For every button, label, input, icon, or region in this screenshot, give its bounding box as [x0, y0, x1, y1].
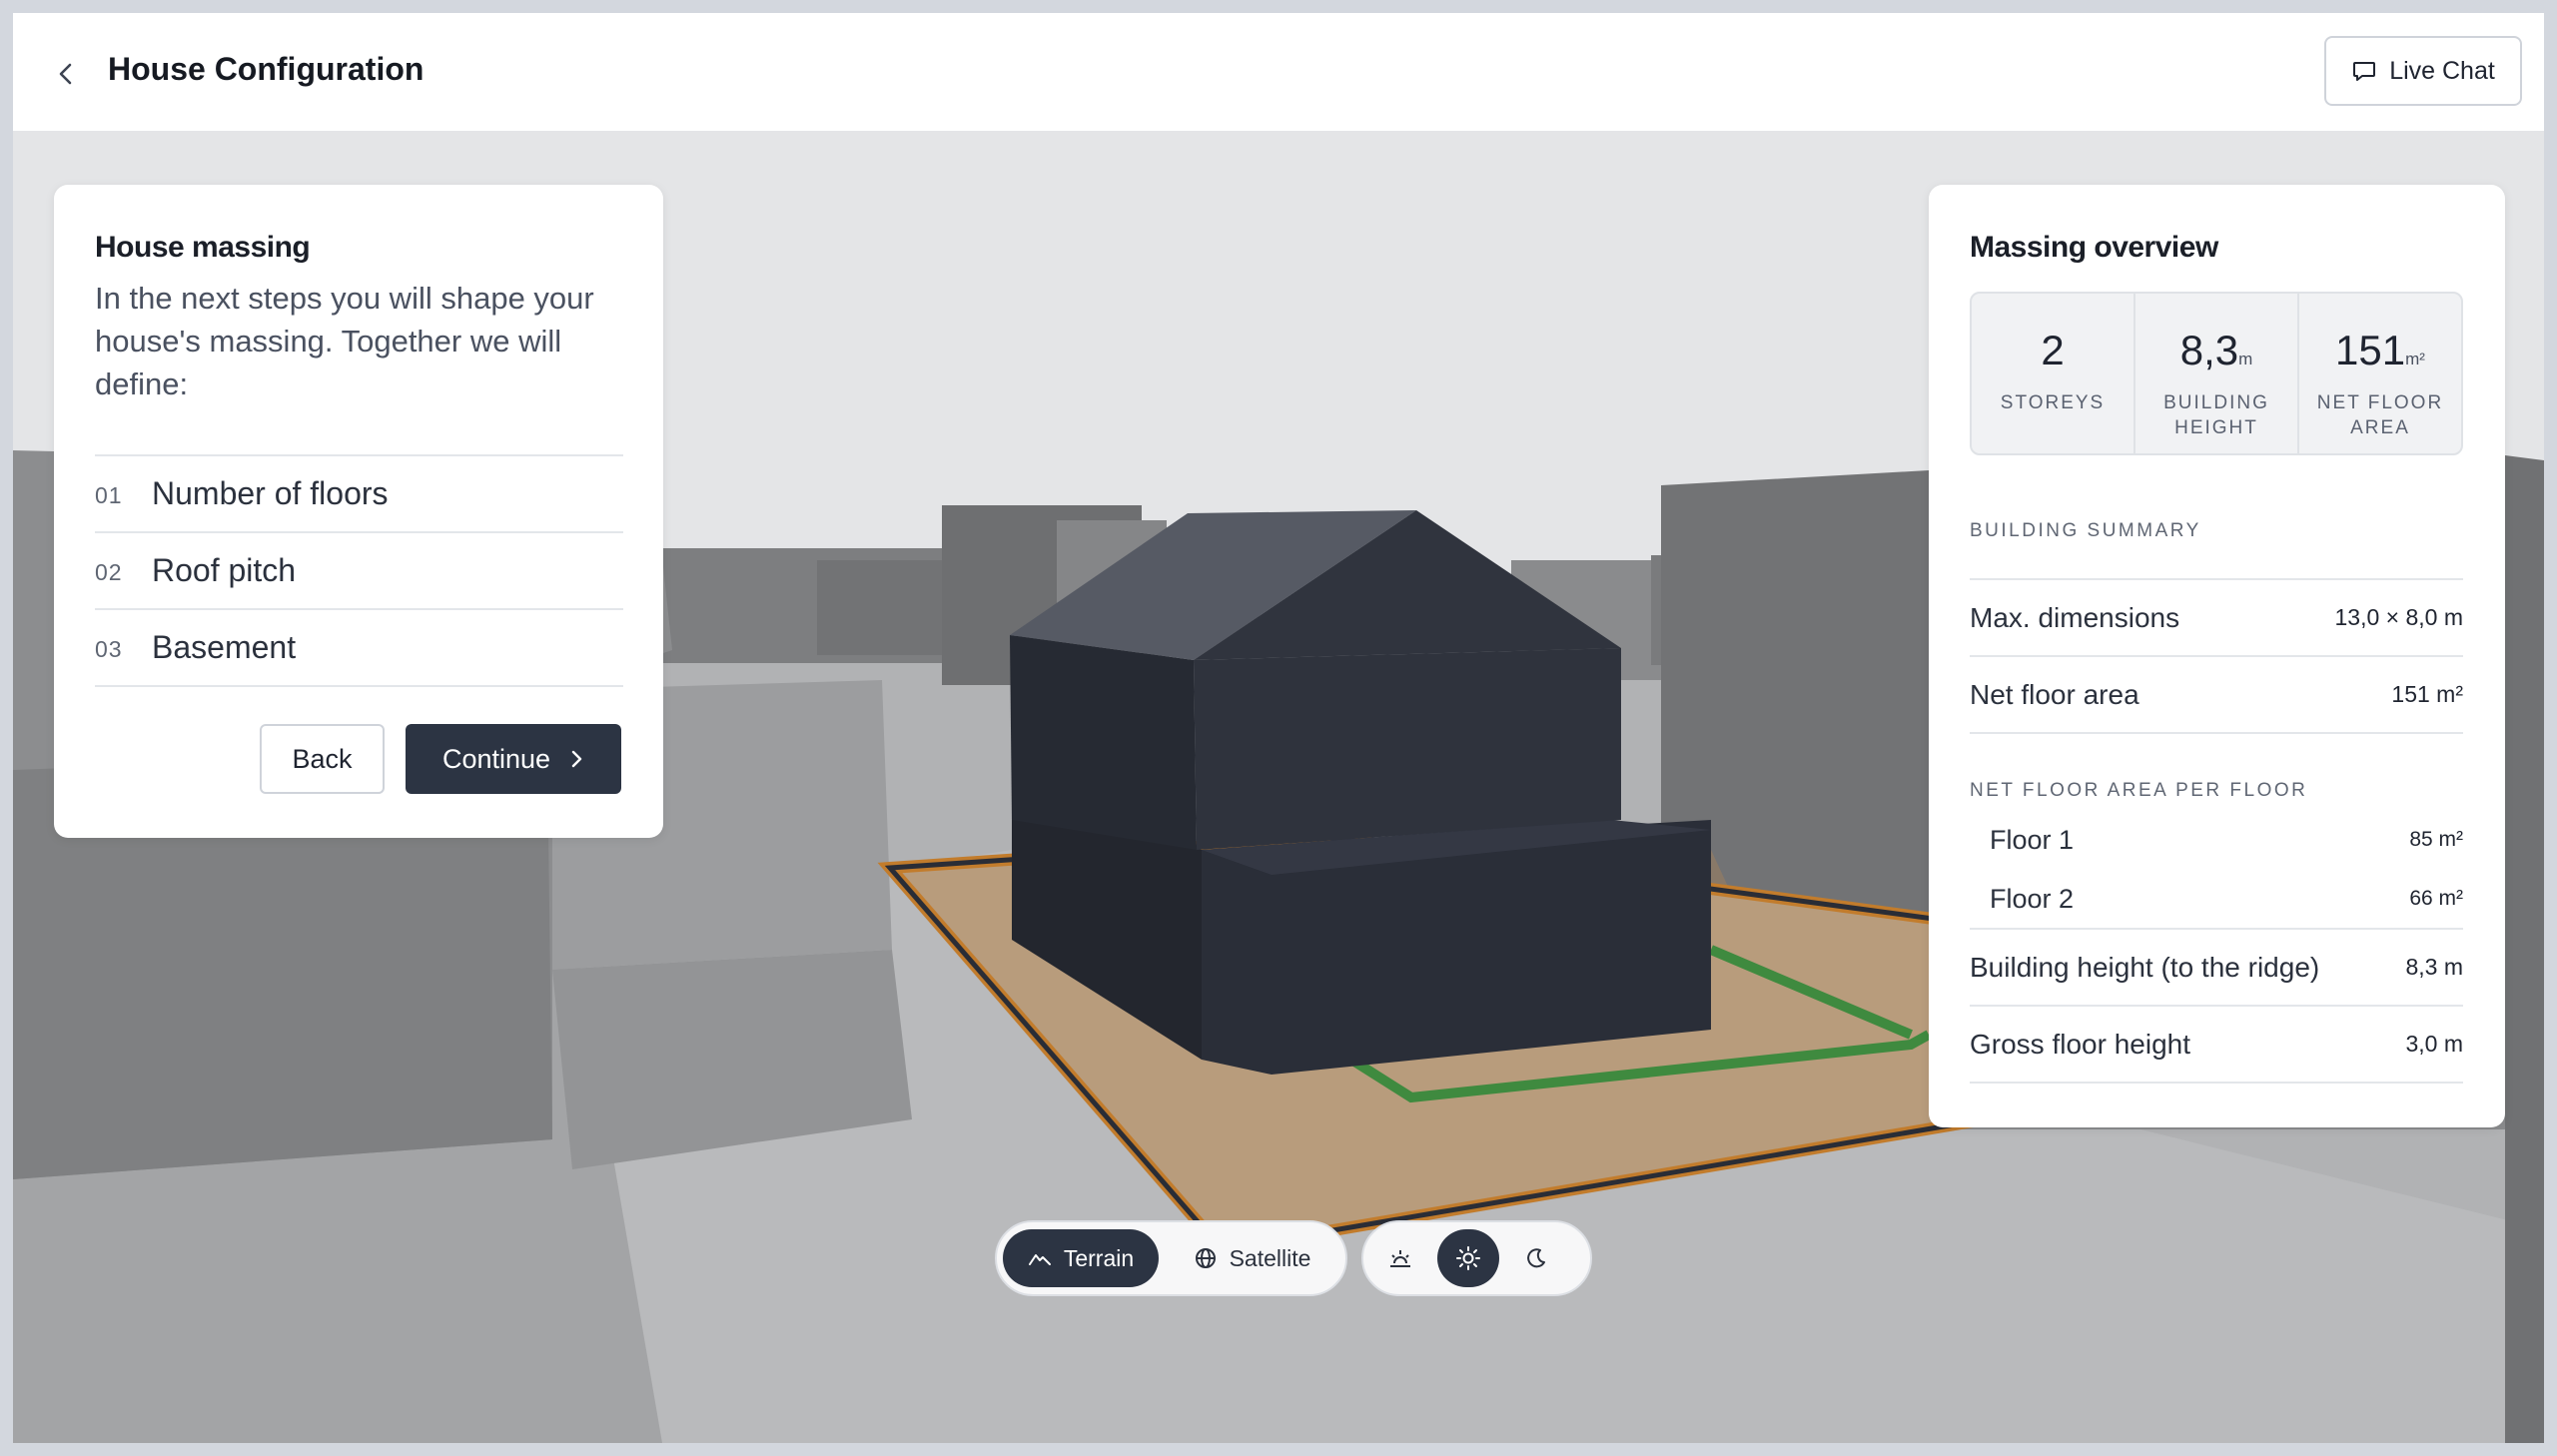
- stat-value: 151: [2335, 327, 2406, 373]
- massing-overview-card: Massing overview 2 STOREYS 8,3m BUILDING…: [1929, 185, 2505, 1127]
- floor-row: Floor 1 85 m²: [1970, 810, 2463, 870]
- stat-unit: m: [2238, 350, 2253, 368]
- globe-icon: [1195, 1248, 1216, 1268]
- midday-toggle[interactable]: [1437, 1229, 1499, 1287]
- stat-unit: m²: [2405, 350, 2425, 368]
- back-button[interactable]: Back: [260, 724, 385, 794]
- live-chat-label: Live Chat: [2389, 56, 2495, 85]
- row-value: 151 m²: [2391, 681, 2463, 707]
- step-number: 03: [95, 636, 123, 662]
- overview-title: Massing overview: [1970, 231, 2218, 264]
- stat-net-floor-area: 151m² NET FLOOR AREA: [2299, 294, 2461, 453]
- stat-label: BUILDING: [2163, 392, 2269, 413]
- stat-label: NET FLOOR: [2316, 392, 2444, 413]
- stat-value: 8,3: [2179, 327, 2239, 373]
- massing-card-title: House massing: [95, 231, 311, 264]
- per-floor-label: NET FLOOR AREA PER FLOOR: [1970, 780, 2308, 801]
- summary-row: Net floor area 151 m²: [1970, 657, 2463, 734]
- row-label: Gross floor height: [1970, 1028, 2190, 1060]
- step-item: 02 Roof pitch: [95, 533, 623, 610]
- mountain-icon: [1028, 1254, 1051, 1265]
- row-label: Floor 2: [1990, 883, 2075, 914]
- house-massing-card: House massing In the next steps you will…: [54, 185, 663, 838]
- summary-row: Building height (to the ridge) 8,3 m: [1970, 930, 2463, 1007]
- stat-building-height: 8,3m BUILDING HEIGHT: [2135, 294, 2299, 453]
- summary-rows: Max. dimensions 13,0 × 8,0 m Net floor a…: [1970, 578, 2463, 734]
- terrain-toggle[interactable]: Terrain: [1003, 1229, 1159, 1287]
- step-item: 03 Basement: [95, 610, 623, 687]
- chevron-right-icon: [571, 750, 582, 768]
- step-label: Number of floors: [152, 475, 389, 511]
- live-chat-button[interactable]: Live Chat: [2324, 36, 2522, 106]
- floor-row: Floor 2 66 m²: [1970, 870, 2463, 930]
- summary-row: Gross floor height 3,0 m: [1970, 1007, 2463, 1084]
- terrain-label: Terrain: [1063, 1244, 1135, 1271]
- chevron-left-icon[interactable]: [51, 59, 81, 89]
- summary-row: Max. dimensions 13,0 × 8,0 m: [1970, 580, 2463, 657]
- row-value: 13,0 × 8,0 m: [2334, 604, 2464, 630]
- floor-rows: Floor 1 85 m² Floor 2 66 m² Building hei…: [1970, 810, 2463, 1084]
- step-number: 02: [95, 559, 123, 585]
- stat-value: 2: [2041, 327, 2065, 373]
- row-value: 66 m²: [2409, 887, 2463, 910]
- chat-bubble-icon: [2353, 62, 2376, 81]
- row-value: 85 m²: [2409, 828, 2463, 851]
- stat-storeys: 2 STOREYS: [1972, 294, 2135, 453]
- continue-button[interactable]: Continue: [406, 724, 621, 794]
- stat-label-2: HEIGHT: [2174, 417, 2258, 438]
- step-number: 01: [95, 482, 123, 508]
- moon-icon: [1527, 1248, 1545, 1268]
- lighting-toggle: [1361, 1220, 1592, 1296]
- header-bar: House Configuration Live Chat: [13, 13, 2544, 131]
- app-window: House Configuration Live Chat House mass…: [13, 13, 2544, 1443]
- row-value: 3,0 m: [2405, 1031, 2463, 1057]
- stats-panel: 2 STOREYS 8,3m BUILDING HEIGHT 151m² NET…: [1970, 292, 2463, 455]
- building-summary-label: BUILDING SUMMARY: [1970, 520, 2201, 541]
- page-title: House Configuration: [108, 51, 425, 87]
- map-style-toggle: Terrain Satellite: [995, 1220, 1347, 1296]
- step-label: Basement: [152, 629, 297, 665]
- sunrise-toggle[interactable]: [1369, 1229, 1431, 1287]
- stat-label: STOREYS: [2000, 392, 2106, 413]
- sun-icon: [1456, 1246, 1480, 1270]
- row-label: Floor 1: [1990, 824, 2075, 855]
- satellite-toggle[interactable]: Satellite: [1165, 1229, 1339, 1287]
- stat-label-2: AREA: [2350, 417, 2410, 438]
- massing-card-description: In the next steps you will shape your ho…: [95, 281, 594, 401]
- satellite-label: Satellite: [1229, 1244, 1311, 1271]
- row-value: 8,3 m: [2405, 954, 2463, 980]
- row-label: Building height (to the ridge): [1970, 951, 2320, 983]
- row-label: Max. dimensions: [1970, 601, 2180, 633]
- step-item: 01 Number of floors: [95, 456, 623, 533]
- continue-label: Continue: [441, 743, 551, 774]
- step-list: 01 Number of floors 02 Roof pitch 03 Bas…: [95, 454, 623, 687]
- night-toggle[interactable]: [1505, 1229, 1567, 1287]
- sunrise-icon: [1390, 1250, 1410, 1267]
- step-label: Roof pitch: [152, 552, 297, 588]
- row-label: Net floor area: [1970, 678, 2139, 710]
